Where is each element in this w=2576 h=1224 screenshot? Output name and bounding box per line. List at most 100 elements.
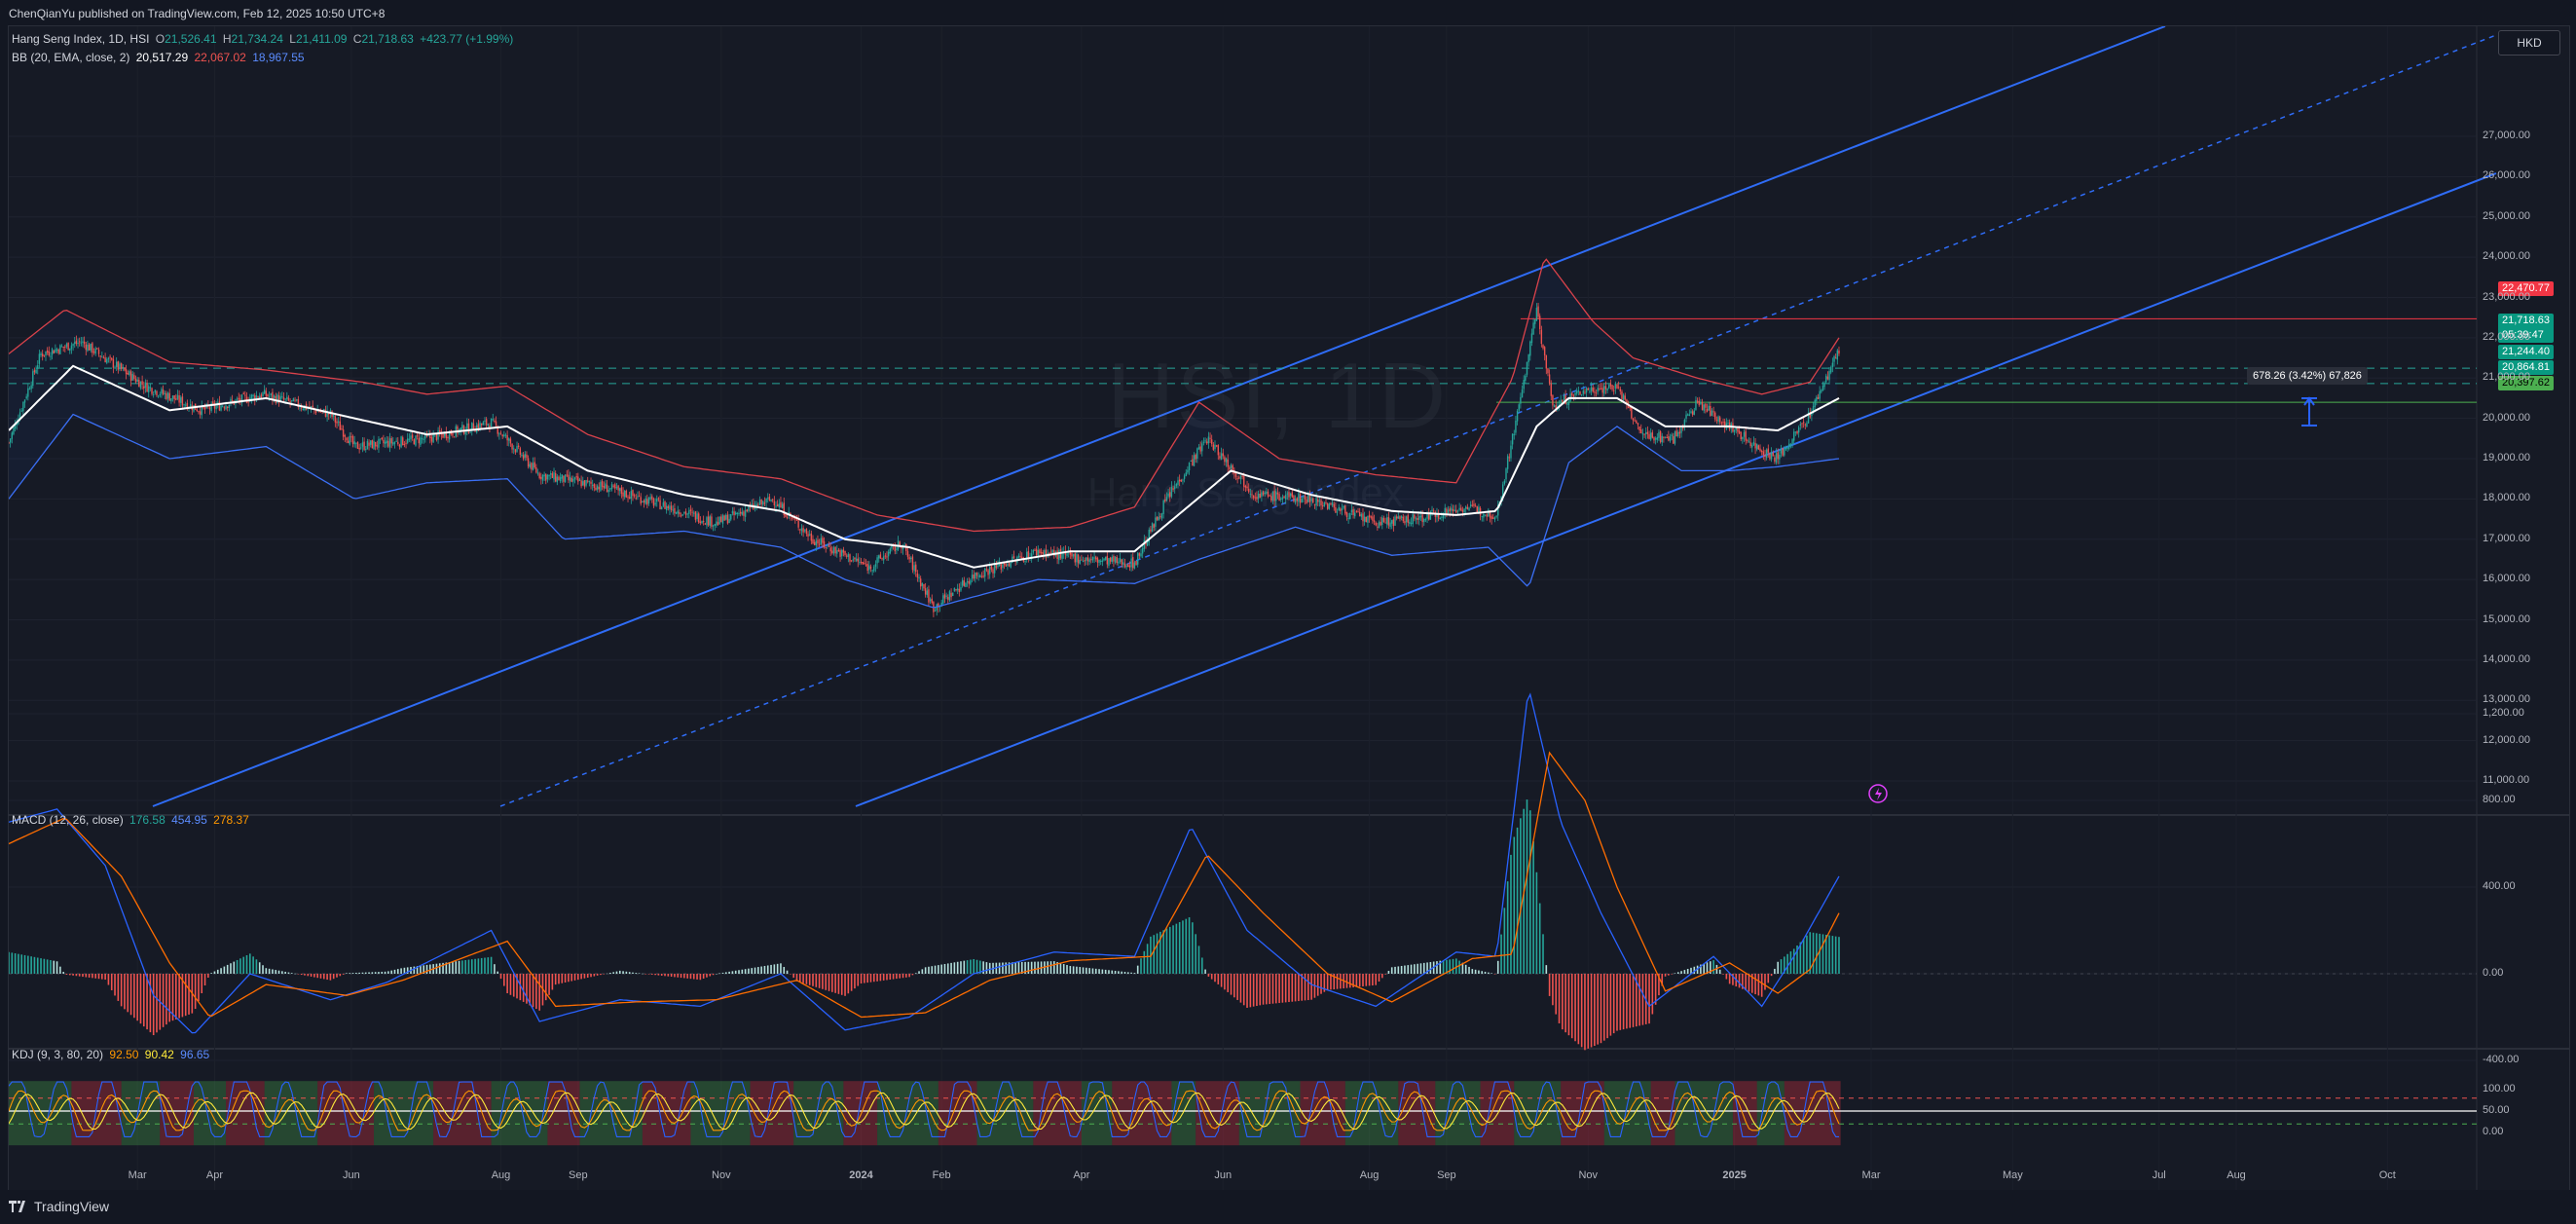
candle-body: [1220, 453, 1223, 460]
macd-histogram-bar: [780, 963, 782, 974]
candle-body: [965, 582, 967, 587]
candle-body: [355, 442, 357, 444]
candle-body: [1405, 516, 1408, 523]
currency-button[interactable]: HKD: [2498, 30, 2560, 56]
chart-area[interactable]: HSI, 1D Hang Seng Index Hang Seng Index,…: [8, 25, 2570, 1192]
candle-body: [432, 434, 434, 443]
macd-label[interactable]: MACD (12, 26, close): [12, 813, 124, 827]
candle-body: [461, 425, 463, 429]
candle-body: [805, 528, 808, 535]
kdj-background-zone: [750, 1081, 794, 1146]
macd-histogram-bar: [1362, 974, 1364, 987]
symbol-legend[interactable]: Hang Seng Index, 1D, HSI O21,526.41 H21,…: [12, 32, 516, 46]
symbol-name[interactable]: Hang Seng Index, 1D, HSI: [12, 32, 149, 46]
candle-body: [707, 516, 710, 526]
macd-histogram-bar: [1195, 934, 1196, 974]
candle-body: [997, 565, 999, 568]
macd-histogram-bar: [866, 974, 868, 983]
macd-histogram-bar: [358, 972, 360, 974]
candle-body: [1071, 553, 1073, 557]
candle-body: [20, 410, 22, 412]
candle-body: [672, 509, 674, 511]
candle-body: [1432, 510, 1435, 512]
candle-body: [196, 409, 198, 412]
macd-histogram-bar: [142, 974, 145, 1027]
macd-histogram-bar: [1390, 967, 1393, 974]
macd-histogram-bar: [812, 974, 814, 986]
candle-body: [1530, 333, 1533, 344]
macd-histogram-bar: [342, 974, 345, 975]
candle-body: [583, 480, 586, 487]
macd-histogram-bar: [72, 974, 74, 976]
macd-histogram-bar: [593, 974, 596, 977]
candle-body: [1127, 564, 1129, 568]
candle-body: [1624, 395, 1626, 400]
candle-body: [651, 496, 653, 500]
candle-body: [371, 440, 374, 449]
candle-body: [1081, 559, 1083, 561]
macd-histogram-bar: [783, 967, 786, 974]
x-tick-label: 2024: [849, 1169, 873, 1181]
candle-body: [1367, 515, 1369, 523]
candle-body: [1764, 455, 1766, 458]
candle-body: [1548, 374, 1551, 384]
macd-histogram-bar: [934, 965, 937, 974]
candle-body: [151, 388, 153, 394]
candle-body: [714, 524, 716, 527]
candle-body: [159, 393, 161, 395]
macd-histogram-bar: [1291, 974, 1294, 1002]
candle-body: [1611, 385, 1613, 389]
macd-histogram-bar: [1442, 960, 1445, 974]
measure-label[interactable]: 678.26 (3.42%) 67,826: [2247, 367, 2368, 385]
macd-histogram-bar: [1838, 937, 1840, 974]
chart-canvas[interactable]: [9, 26, 2569, 1191]
candle-body: [185, 404, 187, 406]
candle-body: [1132, 557, 1134, 569]
bb-label[interactable]: BB (20, EMA, close, 2): [12, 51, 129, 64]
candle-body: [915, 564, 917, 573]
candle-body: [361, 442, 364, 447]
tradingview-logo[interactable]: TradingView: [9, 1199, 109, 1214]
candle-body: [778, 503, 781, 508]
candle-body: [884, 555, 887, 557]
candle-body: [543, 474, 545, 477]
kdj-label[interactable]: KDJ (9, 3, 80, 20): [12, 1048, 103, 1061]
candle-body: [1196, 448, 1198, 460]
macd-legend[interactable]: MACD (12, 26, close) 176.58 454.95 278.3…: [12, 813, 252, 827]
kdj-legend[interactable]: KDJ (9, 3, 80, 20) 92.50 90.42 96.65: [12, 1048, 212, 1061]
bb-legend[interactable]: BB (20, EMA, close, 2) 20,517.29 22,067.…: [12, 51, 308, 64]
macd-histogram-bar: [943, 963, 946, 974]
candle-body: [868, 565, 870, 571]
candle-body: [865, 564, 867, 566]
macd-histogram-bar: [1014, 962, 1016, 974]
candle-body: [635, 498, 637, 500]
candle-body: [508, 438, 510, 441]
candle-body: [1488, 509, 1490, 517]
candle-body: [1193, 455, 1196, 466]
candle-body: [75, 340, 78, 344]
macd-histogram-bar: [786, 970, 789, 974]
candle-body: [610, 484, 613, 490]
candle-body: [1708, 405, 1710, 411]
candle-body: [620, 487, 623, 495]
candle-body: [625, 490, 628, 498]
candle-body: [1606, 389, 1608, 391]
candle-body: [1399, 516, 1401, 520]
macd-histogram-bar: [1256, 974, 1258, 1007]
macd-histogram-bar: [474, 958, 476, 974]
macd-histogram-bar: [258, 962, 261, 974]
high-value: 21,734.24: [231, 32, 283, 46]
candle-body: [1595, 392, 1598, 394]
candle-body: [1706, 409, 1709, 412]
macd-histogram-bar: [635, 973, 638, 974]
macd-histogram-bar: [1545, 965, 1548, 974]
macd-histogram-bar: [11, 952, 14, 974]
candle-body: [504, 434, 507, 436]
candle-body: [484, 420, 486, 422]
macd-histogram-bar: [642, 973, 644, 975]
macd-histogram-bar: [734, 970, 737, 974]
candle-body: [284, 398, 286, 400]
macd-histogram-bar: [387, 971, 389, 974]
macd-histogram-bar: [615, 971, 618, 974]
candle-body: [43, 354, 46, 356]
